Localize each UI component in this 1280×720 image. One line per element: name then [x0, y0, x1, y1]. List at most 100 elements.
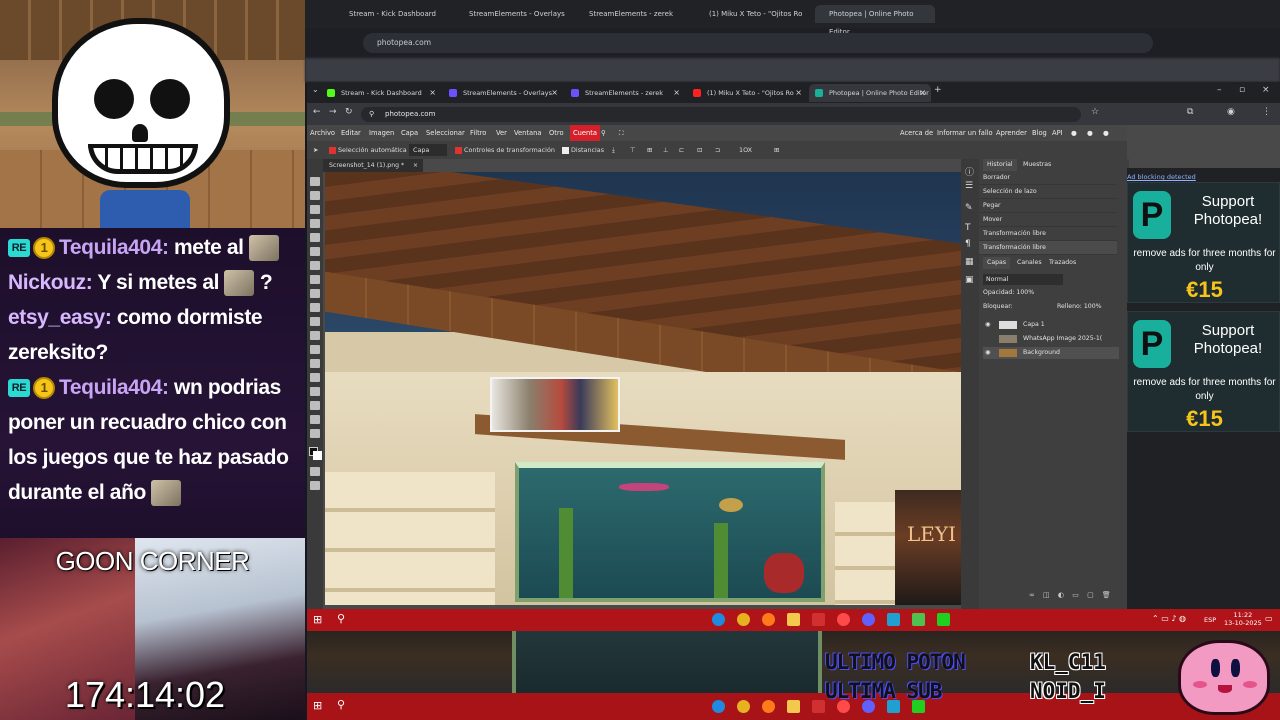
fullscreen-icon[interactable]: ⛶	[619, 125, 624, 141]
minimize-icon[interactable]: –	[1217, 85, 1222, 95]
magic-wand-icon[interactable]	[310, 219, 320, 228]
history-step[interactable]: Pegar	[979, 199, 1117, 213]
ad-blocking-notice[interactable]: Ad blocking detected	[1127, 173, 1196, 181]
support-ad[interactable]: P Support Photopea! remove ads for three…	[1127, 311, 1280, 432]
layer-actions-icons[interactable]: ∞ ◫ ◐ ▭ ▢ 🗑	[1029, 591, 1114, 599]
tab-canales[interactable]: Canales	[1013, 257, 1046, 269]
tab-kick-dashboard[interactable]: Stream - Kick Dashboard ×	[321, 84, 441, 102]
tab-muestras[interactable]: Muestras	[1019, 159, 1055, 171]
crop-tool-icon[interactable]	[310, 233, 320, 242]
brush-tool-icon[interactable]	[310, 275, 320, 284]
move-tool-icon[interactable]: ➤	[313, 141, 318, 159]
layer-row-selected[interactable]: ◉ Background	[983, 347, 1119, 359]
menu-editar[interactable]: Editar	[341, 125, 361, 141]
bookmark-star-icon[interactable]: ☆	[1091, 107, 1099, 117]
kick-app-icon[interactable]	[937, 613, 950, 626]
clock[interactable]: 11:22 13-10-2025	[1224, 611, 1262, 627]
background-color-swatch[interactable]	[313, 451, 322, 460]
menu-api[interactable]: API	[1052, 125, 1063, 141]
menu-aprender[interactable]: Aprender	[996, 125, 1027, 141]
visibility-eye-icon[interactable]: ◉	[985, 347, 990, 359]
character-icon[interactable]: T	[965, 223, 971, 233]
steam-icon[interactable]	[887, 613, 900, 626]
system-tray-icons[interactable]: ⌃ ▭ ♪ ◍	[1152, 614, 1186, 623]
checkbox-checked[interactable]	[329, 146, 336, 154]
opacity-value[interactable]: 100%	[1016, 289, 1034, 296]
zoom-mode-label[interactable]: 1OX	[739, 141, 752, 159]
distances-checkbox[interactable]: Distancias	[562, 141, 604, 159]
marquee-tool-icon[interactable]	[310, 191, 320, 200]
search-icon[interactable]: ⚲	[337, 612, 345, 625]
menu-cuenta[interactable]: Cuenta	[570, 125, 600, 141]
history-step[interactable]: Selección de lazo	[979, 185, 1117, 199]
notifications-icon[interactable]: ▭	[1265, 614, 1273, 623]
swatch-panel-icon[interactable]: ▦	[965, 257, 974, 267]
properties-icon[interactable]: ☰	[965, 181, 973, 191]
align-left-icon[interactable]: ⊏	[679, 141, 684, 159]
tab-capas[interactable]: Capas	[983, 257, 1011, 269]
outer-tab[interactable]: Stream - Kick Dashboard	[335, 5, 445, 23]
menu-ver[interactable]: Ver	[496, 125, 507, 141]
align-top-icon[interactable]: ⊤	[630, 141, 636, 159]
checkbox-unchecked[interactable]	[562, 146, 569, 154]
history-step[interactable]: Borrador	[979, 171, 1117, 185]
menu-acerca[interactable]: Acerca de	[900, 125, 933, 141]
visibility-eye-icon[interactable]: ◉	[985, 319, 990, 331]
edge-icon[interactable]	[712, 613, 725, 626]
outer-tab-active[interactable]: Photopea | Online Photo Editor	[815, 5, 935, 36]
app-icon[interactable]	[912, 613, 925, 626]
image-panel-icon[interactable]: ▣	[965, 275, 974, 285]
align-center-icon[interactable]: ⊡	[697, 141, 702, 159]
app-icon[interactable]	[837, 613, 850, 626]
close-tab-icon[interactable]: ×	[673, 84, 680, 102]
move-tool-icon[interactable]	[310, 177, 320, 186]
file-explorer-icon[interactable]	[787, 613, 800, 626]
dodge-tool-icon[interactable]	[310, 345, 320, 354]
align-bottom-icon[interactable]: ⊥	[663, 141, 669, 159]
back-icon[interactable]: ←	[313, 107, 321, 117]
quick-mask-icon[interactable]	[310, 467, 320, 476]
auto-select-dropdown[interactable]: Capa	[409, 144, 447, 156]
twitter-icon[interactable]: ●	[1087, 125, 1093, 141]
document-tab[interactable]: Screenshot_14 (1).png * ×	[323, 159, 423, 172]
download-icon[interactable]: ⤓	[612, 141, 615, 159]
reddit-icon[interactable]: ●	[1071, 125, 1077, 141]
menu-seleccionar[interactable]: Seleccionar	[426, 125, 465, 141]
tab-streamelements-overlays[interactable]: StreamElements - Overlays ×	[443, 84, 563, 102]
tab-list-icon[interactable]: ⌄	[312, 85, 319, 94]
menu-imagen[interactable]: Imagen	[369, 125, 394, 141]
gradient-tool-icon[interactable]	[310, 317, 320, 326]
pasted-photo-layer[interactable]	[490, 377, 620, 432]
fill-value[interactable]: 100%	[1084, 303, 1102, 310]
url-bar[interactable]: ⚲ photopea.com	[361, 107, 1081, 122]
close-window-icon[interactable]: ×	[1262, 85, 1270, 95]
hand-tool-icon[interactable]	[310, 415, 320, 424]
menu-filtro[interactable]: Filtro	[470, 125, 486, 141]
eyedropper-icon[interactable]	[310, 247, 320, 256]
tab-historial[interactable]: Historial	[983, 159, 1017, 171]
close-tab-icon[interactable]: ×	[919, 84, 926, 102]
history-step-current[interactable]: Transformación libre	[979, 241, 1117, 255]
close-document-icon[interactable]: ×	[413, 159, 418, 172]
search-icon[interactable]: ⚲	[601, 125, 606, 141]
close-tab-icon[interactable]: ×	[795, 84, 802, 102]
eraser-icon[interactable]	[310, 303, 320, 312]
checkbox-checked[interactable]	[455, 146, 462, 154]
language-indicator[interactable]: ESP	[1204, 616, 1216, 624]
site-info-icon[interactable]: ⚲	[369, 107, 374, 122]
tab-trazados[interactable]: Trazados	[1045, 257, 1080, 269]
transform-controls-checkbox[interactable]: Controles de transformación	[455, 141, 555, 159]
facebook-icon[interactable]: ●	[1103, 125, 1109, 141]
menu-ventana[interactable]: Ventana	[514, 125, 541, 141]
history-step[interactable]: Mover	[979, 213, 1117, 227]
path-select-icon[interactable]	[310, 387, 320, 396]
info-icon[interactable]: ⓘ	[965, 165, 974, 178]
lasso-tool-icon[interactable]	[310, 205, 320, 214]
history-step[interactable]: Transformación libre	[979, 227, 1117, 241]
close-tab-icon[interactable]: ×	[551, 84, 558, 102]
profile-icon[interactable]: ◉	[1227, 107, 1235, 117]
clone-stamp-icon[interactable]	[310, 289, 320, 298]
align-right-icon[interactable]: ⊐	[715, 141, 720, 159]
outer-tab[interactable]: (1) Miku X Teto - "Ojitos Ro	[695, 5, 805, 23]
new-tab-button[interactable]: +	[934, 85, 942, 95]
